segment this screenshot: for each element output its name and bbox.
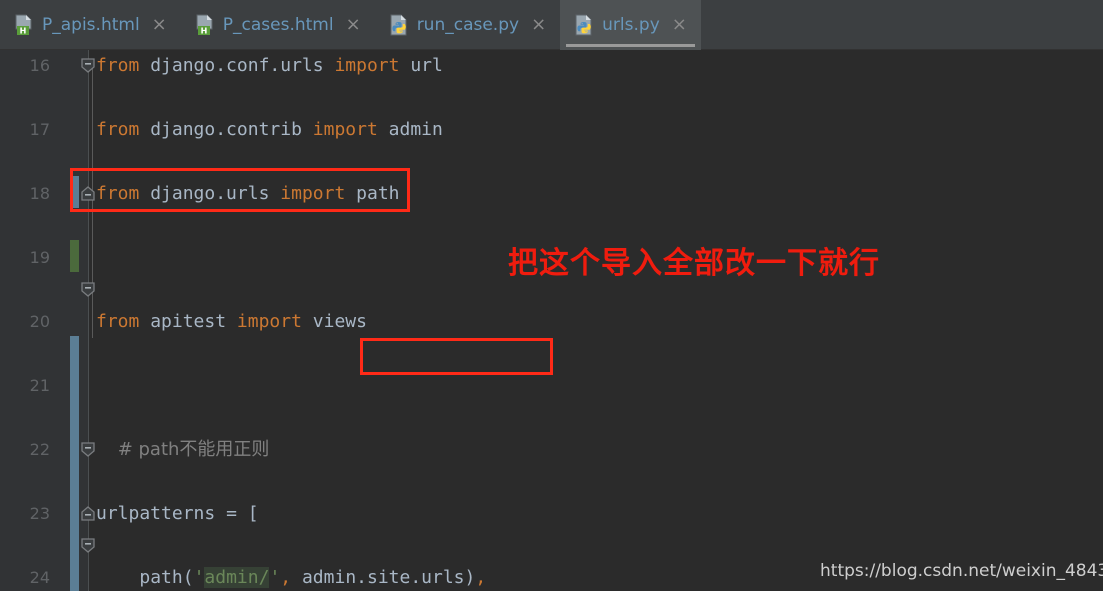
code-line: 18 from django.urls import path: [0, 178, 1103, 210]
tab-run-case-py[interactable]: run_case.py ×: [375, 0, 560, 50]
code-line: 20 from apitest import views: [0, 306, 1103, 338]
code-line: 16 from django.conf.urls import url: [0, 50, 1103, 82]
line-number: 22: [29, 440, 50, 459]
token-keyword-from: from: [96, 55, 140, 76]
line-number: 20: [29, 312, 50, 331]
svg-text:H: H: [200, 27, 207, 36]
python-file-icon: [574, 14, 594, 36]
token-name-admin: admin: [388, 119, 443, 140]
token-open-bracket: [: [247, 503, 259, 524]
token-call-admin-site-urls: admin.site.urls: [301, 567, 465, 588]
line-number: 21: [29, 376, 50, 395]
line-content[interactable]: from django.contrib import admin: [96, 114, 443, 146]
token-assign: =: [226, 503, 237, 524]
token-string: admin/: [204, 567, 270, 588]
tab-label: run_case.py: [416, 15, 520, 35]
html-file-icon: H: [195, 14, 215, 36]
token-urlpatterns: urlpatterns: [96, 503, 216, 524]
token-keyword-import: import: [280, 183, 346, 204]
code-lines: 16 from django.conf.urls import url 17 f…: [0, 50, 1103, 591]
line-content[interactable]: urlpatterns = [: [96, 498, 259, 530]
python-file-icon: [389, 14, 409, 36]
code-line: 23 urlpatterns = [: [0, 498, 1103, 530]
line-content[interactable]: from django.urls import path: [96, 178, 400, 210]
close-icon[interactable]: ×: [531, 16, 546, 34]
line-content[interactable]: # path不能用正则: [96, 434, 270, 466]
token-keyword-import: import: [312, 119, 378, 140]
editor-tab-bar: H P_apis.html × H P_cases.html × run_cas…: [0, 0, 1103, 50]
code-line: 21: [0, 370, 1103, 402]
watermark-url: https://blog.csdn.net/weixin_48435804: [820, 561, 1103, 581]
token-name-views: views: [312, 311, 367, 332]
token-call-path: path: [139, 567, 183, 588]
line-number: 23: [29, 504, 50, 523]
line-number: 17: [29, 120, 50, 139]
annotation-note: 把这个导入全部改一下就行: [508, 246, 880, 281]
tab-p-apis-html[interactable]: H P_apis.html ×: [0, 0, 181, 50]
tab-urls-py[interactable]: urls.py ×: [560, 0, 701, 50]
line-number: 18: [29, 184, 50, 203]
tab-label: P_apis.html: [42, 15, 140, 35]
line-number: 24: [29, 568, 50, 587]
tab-p-cases-html[interactable]: H P_cases.html ×: [181, 0, 375, 50]
close-icon[interactable]: ×: [346, 16, 361, 34]
tab-label: P_cases.html: [222, 15, 334, 35]
line-number: 16: [29, 56, 50, 75]
line-content[interactable]: from django.conf.urls import url: [96, 50, 443, 82]
token-package-apitest: apitest: [150, 311, 227, 332]
line-number: 19: [29, 248, 50, 267]
token-keyword-import: import: [236, 311, 302, 332]
svg-text:H: H: [20, 27, 27, 36]
token-module: django.contrib: [150, 119, 302, 140]
html-file-icon: H: [14, 14, 34, 36]
token-keyword-from: from: [96, 311, 140, 332]
token-keyword-from: from: [96, 183, 140, 204]
token-name-url: url: [410, 55, 443, 76]
code-line: 22 # path不能用正则: [0, 434, 1103, 466]
token-keyword-import: import: [334, 55, 400, 76]
token-keyword-from: from: [96, 119, 140, 140]
token-comment: # path不能用正则: [117, 439, 270, 460]
line-content[interactable]: path('admin/', admin.site.urls),: [96, 562, 486, 591]
close-icon[interactable]: ×: [152, 16, 167, 34]
token-name-path: path: [356, 183, 400, 204]
code-editor[interactable]: 16 from django.conf.urls import url 17 f…: [0, 50, 1103, 591]
close-icon[interactable]: ×: [672, 16, 687, 34]
token-module: django.conf.urls: [150, 55, 324, 76]
token-module: django.urls: [150, 183, 270, 204]
line-content[interactable]: from apitest import views: [96, 306, 367, 338]
tab-label: urls.py: [602, 15, 660, 35]
code-line: 17 from django.contrib import admin: [0, 114, 1103, 146]
